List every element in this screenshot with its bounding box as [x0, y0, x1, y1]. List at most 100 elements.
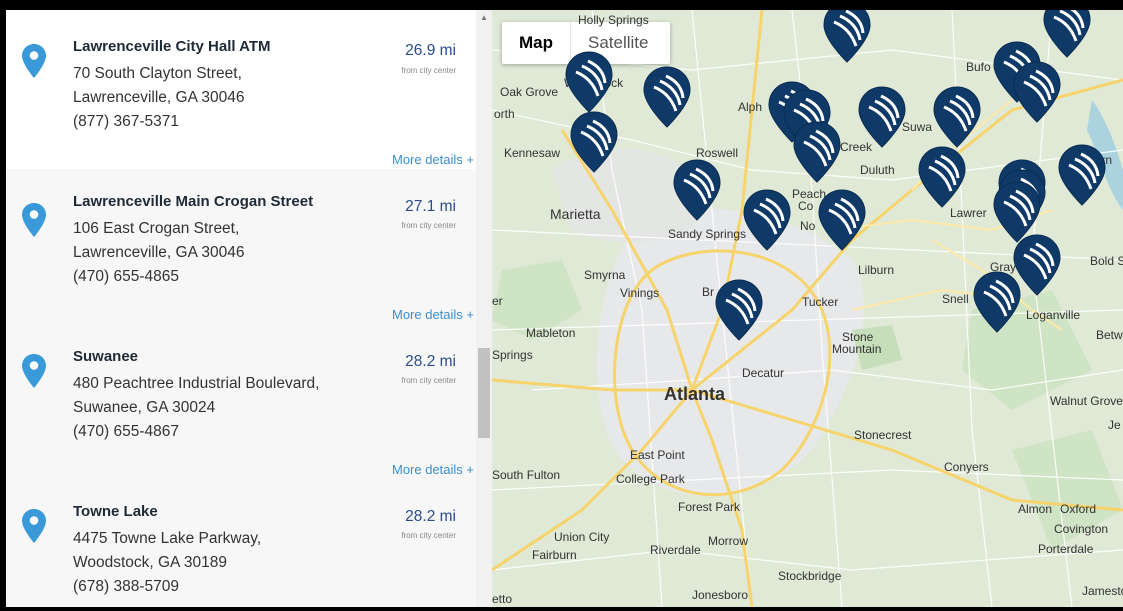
- map-label: Sandy Springs: [668, 227, 747, 241]
- distance-note: from city center: [401, 376, 456, 385]
- map-label: Bold S: [1090, 254, 1123, 268]
- map-label: Oak Grove: [500, 85, 559, 99]
- map-label: College Park: [616, 472, 685, 486]
- map-label-atlanta: Atlanta: [664, 384, 726, 404]
- map-label: Walnut Grove: [1050, 394, 1123, 408]
- map-label: Lilburn: [858, 263, 895, 277]
- app-frame: Lawrenceville City Hall ATM 70 South Cla…: [6, 10, 1123, 607]
- map-view[interactable]: Map Satellite Holly Springs Oak Grove Wo…: [492, 10, 1123, 607]
- list-item[interactable]: Towne Lake 4475 Towne Lake Parkway, Wood…: [6, 479, 476, 607]
- branch-marker-icon[interactable]: [917, 145, 967, 209]
- map-label: Loganville: [1026, 308, 1081, 322]
- map-label: Je: [1108, 418, 1121, 432]
- location-distance: 28.2 mi: [405, 508, 456, 525]
- location-name[interactable]: Lawrenceville City Hall ATM: [73, 38, 271, 55]
- map-label: Decatur: [742, 366, 785, 380]
- map-label: Kennesaw: [504, 146, 561, 160]
- location-street: 480 Peachtree Industrial Boulevard,: [73, 375, 320, 392]
- branch-marker-icon[interactable]: [714, 278, 764, 342]
- location-city: Lawrenceville, GA 30046: [73, 244, 245, 261]
- map-label: No: [800, 219, 816, 233]
- map-label: Almon: [1018, 502, 1053, 516]
- map-label: er: [492, 294, 503, 308]
- map-label: Morrow: [708, 534, 749, 548]
- location-pin-icon: [22, 44, 46, 78]
- list-item[interactable]: Lawrenceville City Hall ATM 70 South Cla…: [6, 10, 476, 167]
- map-label: Mableton: [526, 326, 576, 340]
- map-label: Fairburn: [532, 548, 577, 562]
- map-label: Betw: [1096, 328, 1123, 342]
- map-label: Smyrna: [584, 268, 626, 282]
- map-label: Vinings: [620, 286, 660, 300]
- map-label: Alph: [738, 100, 763, 114]
- map-label: Jameston: [1082, 584, 1123, 598]
- map-label: Springs: [492, 348, 533, 362]
- map-label: Co: [798, 199, 814, 213]
- location-distance: 28.2 mi: [405, 353, 456, 370]
- map-type-map-button[interactable]: Map: [502, 22, 571, 64]
- map-label: Bufo: [966, 60, 991, 74]
- map-label: etto: [492, 592, 513, 606]
- more-details-link[interactable]: More details +: [392, 152, 474, 167]
- branch-marker-icon[interactable]: [857, 85, 907, 149]
- map-label: Holly Springs: [578, 13, 649, 27]
- more-details-link[interactable]: More details +: [392, 462, 474, 477]
- map-label: Riverdale: [650, 543, 701, 557]
- branch-marker-icon[interactable]: [1057, 143, 1107, 207]
- branch-marker-icon[interactable]: [817, 188, 867, 252]
- map-label: orth: [494, 107, 515, 121]
- location-street: 4475 Towne Lake Parkway,: [73, 530, 262, 547]
- location-pin-icon: [22, 509, 46, 543]
- branch-marker-icon[interactable]: [822, 10, 872, 64]
- location-phone[interactable]: (470) 655-4867: [73, 423, 179, 441]
- branch-marker-icon[interactable]: [932, 85, 982, 149]
- location-phone[interactable]: (877) 367-5371: [73, 113, 179, 131]
- list-scrollbar[interactable]: ▲: [476, 10, 492, 607]
- branch-marker-icon[interactable]: [672, 158, 722, 222]
- location-city: Lawrenceville, GA 30046: [73, 89, 245, 106]
- list-item[interactable]: Lawrenceville Main Crogan Street 106 Eas…: [6, 169, 476, 324]
- map-label: Conyers: [944, 460, 989, 474]
- list-item[interactable]: Suwanee 480 Peachtree Industrial Bouleva…: [6, 324, 476, 479]
- branch-marker-icon[interactable]: [742, 188, 792, 252]
- distance-note: from city center: [401, 531, 456, 540]
- location-name[interactable]: Lawrenceville Main Crogan Street: [73, 193, 313, 210]
- location-pin-icon: [22, 203, 46, 237]
- location-distance: 26.9 mi: [405, 42, 456, 59]
- branch-marker-icon[interactable]: [1042, 10, 1092, 59]
- location-pin-icon: [22, 354, 46, 388]
- location-name[interactable]: Suwanee: [73, 348, 138, 365]
- scroll-up-arrow-icon[interactable]: ▲: [476, 10, 492, 26]
- map-label: East Point: [630, 448, 685, 462]
- map-label: Porterdale: [1038, 542, 1094, 556]
- distance-note: from city center: [401, 66, 456, 75]
- map-label: Covington: [1054, 522, 1109, 536]
- location-phone[interactable]: (470) 655-4865: [73, 268, 179, 286]
- location-city: Suwanee, GA 30024: [73, 399, 216, 416]
- map-label: Stockbridge: [778, 569, 842, 583]
- distance-note: from city center: [401, 221, 456, 230]
- map-label: Br: [702, 285, 714, 299]
- location-street: 106 East Crogan Street,: [73, 220, 240, 237]
- location-street: 70 South Clayton Street,: [73, 65, 242, 82]
- location-phone[interactable]: (678) 388-5709: [73, 578, 179, 596]
- map-label: Mountain: [832, 342, 882, 356]
- map-label: Snell: [942, 292, 969, 306]
- map-label: Stonecrest: [854, 428, 912, 442]
- map-label: Marietta: [550, 206, 601, 222]
- scrollbar-thumb[interactable]: [478, 348, 490, 438]
- branch-marker-icon[interactable]: [792, 120, 842, 184]
- branch-marker-icon[interactable]: [972, 270, 1022, 334]
- branch-marker-icon[interactable]: [1012, 60, 1062, 124]
- map-label: Oxford: [1060, 502, 1097, 516]
- branch-marker-icon[interactable]: [569, 110, 619, 174]
- branch-marker-icon[interactable]: [642, 65, 692, 129]
- map-label: Union City: [554, 530, 610, 544]
- branch-marker-icon[interactable]: [564, 50, 614, 114]
- more-details-link[interactable]: More details +: [392, 307, 474, 322]
- location-list: Lawrenceville City Hall ATM 70 South Cla…: [6, 10, 492, 607]
- location-name[interactable]: Towne Lake: [73, 503, 158, 520]
- map-label: Tucker: [802, 295, 839, 309]
- map-label: Duluth: [860, 163, 895, 177]
- map-label: Jonesboro: [692, 588, 749, 602]
